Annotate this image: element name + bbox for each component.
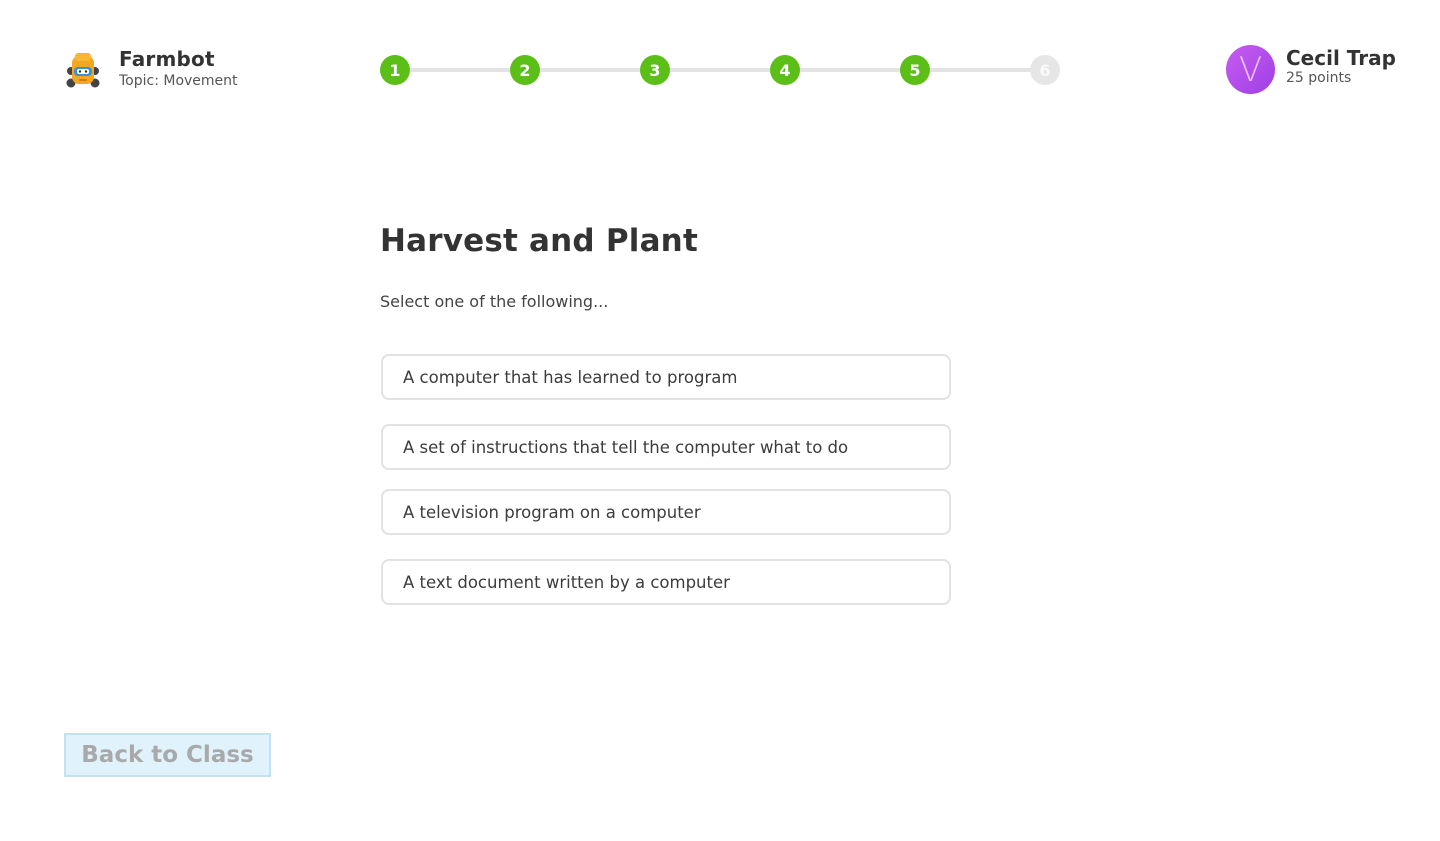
answer-option-2[interactable]: A set of instructions that tell the comp…	[381, 424, 951, 470]
app-title: Farmbot	[119, 47, 215, 71]
user-text: Cecil Trap 25 points	[1286, 45, 1396, 86]
step-2[interactable]: 2	[510, 55, 540, 85]
step-5[interactable]: 5	[900, 55, 930, 85]
app-header: Farmbot Topic: Movement	[64, 48, 238, 92]
user-points: 25 points	[1286, 70, 1352, 86]
progress-stepper: 1 2 3 4 5 6	[380, 55, 1060, 85]
topic-label: Topic: Movement	[119, 73, 238, 89]
step-4[interactable]: 4	[770, 55, 800, 85]
question-prompt: Select one of the following...	[380, 292, 609, 311]
answer-option-4[interactable]: A text document written by a computer	[381, 559, 951, 605]
step-6[interactable]: 6	[1030, 55, 1060, 85]
step-1[interactable]: 1	[380, 55, 410, 85]
question-title: Harvest and Plant	[380, 223, 698, 259]
stepper-track	[395, 68, 1045, 72]
answer-option-3[interactable]: A television program on a computer	[381, 489, 951, 535]
step-3[interactable]: 3	[640, 55, 670, 85]
user-name: Cecil Trap	[1286, 46, 1396, 70]
app-text: Farmbot Topic: Movement	[119, 48, 238, 89]
farmbot-robot-icon	[66, 53, 100, 88]
avatar[interactable]: V	[1226, 45, 1275, 94]
back-to-class-button[interactable]: Back to Class	[64, 733, 271, 777]
user-profile[interactable]: V Cecil Trap 25 points	[1226, 45, 1396, 94]
answer-option-1[interactable]: A computer that has learned to program	[381, 354, 951, 400]
quiz-page: Farmbot Topic: Movement 1 2 3 4 5 6 V Ce…	[0, 0, 1440, 841]
